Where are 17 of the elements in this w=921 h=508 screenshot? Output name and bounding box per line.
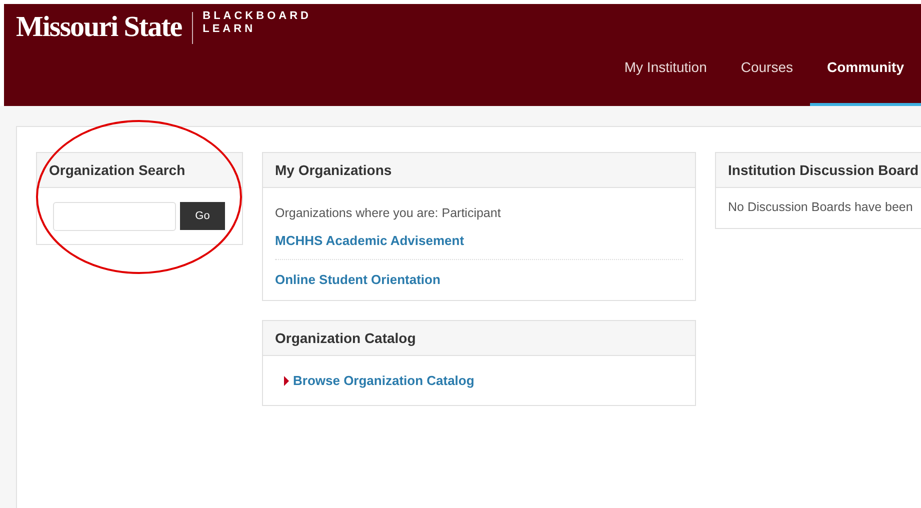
organization-link[interactable]: Online Student Orientation xyxy=(275,272,440,287)
panel-title: Organization Search xyxy=(49,160,186,180)
organization-link[interactable]: MCHHS Academic Advisement xyxy=(275,233,464,248)
nav-tab[interactable]: Courses xyxy=(724,56,810,106)
panel-title: My Organizations xyxy=(275,160,392,180)
participant-note: Organizations where you are: Participant xyxy=(275,205,502,222)
panel-title: Institution Discussion Board xyxy=(728,160,919,180)
catalog-link[interactable]: Browse Organization Catalog xyxy=(293,371,474,390)
product-name: BLACKBOARD xyxy=(202,10,312,23)
search-field[interactable] xyxy=(53,202,176,230)
panel-title: Organization Catalog xyxy=(275,328,416,348)
empty-message: No Discussion Boards have been xyxy=(728,200,913,214)
nav-tab[interactable]: My Institution xyxy=(607,56,724,106)
go-button[interactable]: Go xyxy=(180,202,225,230)
logo-text: Missouri State xyxy=(16,10,182,44)
triangle-icon xyxy=(284,376,289,386)
product-name: LEARN xyxy=(202,23,257,36)
